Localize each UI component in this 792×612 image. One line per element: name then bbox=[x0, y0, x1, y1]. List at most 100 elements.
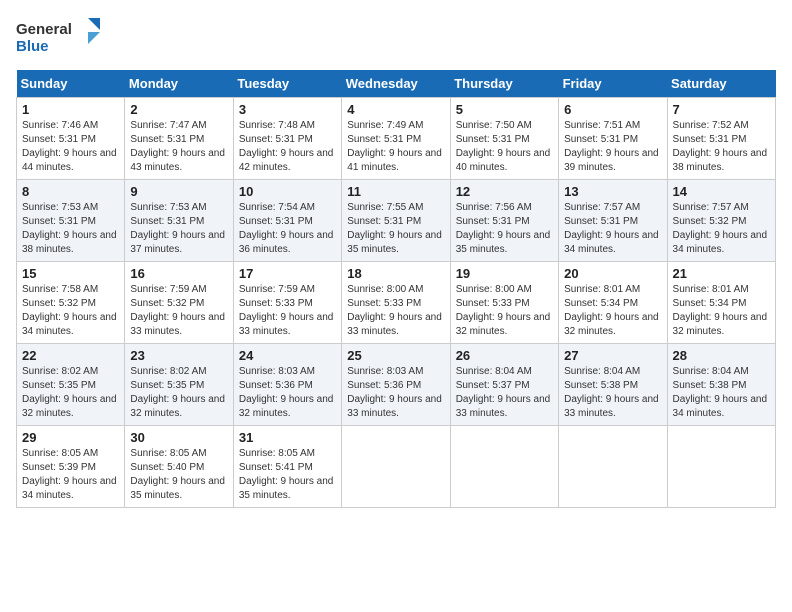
day-number: 14 bbox=[673, 184, 770, 199]
day-info: Sunrise: 7:57 AMSunset: 5:31 PMDaylight:… bbox=[564, 201, 661, 257]
day-number: 11 bbox=[347, 184, 444, 199]
calendar-table: SundayMondayTuesdayWednesdayThursdayFrid… bbox=[16, 70, 776, 508]
day-info: Sunrise: 8:02 AMSunset: 5:35 PMDaylight:… bbox=[22, 365, 119, 421]
day-info: Sunrise: 7:52 AMSunset: 5:31 PMDaylight:… bbox=[673, 119, 770, 175]
day-info: Sunrise: 7:56 AMSunset: 5:31 PMDaylight:… bbox=[456, 201, 553, 257]
calendar-cell: 29 Sunrise: 8:05 AMSunset: 5:39 PMDaylig… bbox=[17, 426, 125, 508]
day-number: 17 bbox=[239, 266, 336, 281]
day-info: Sunrise: 7:53 AMSunset: 5:31 PMDaylight:… bbox=[130, 201, 227, 257]
day-info: Sunrise: 8:04 AMSunset: 5:38 PMDaylight:… bbox=[673, 365, 770, 421]
day-number: 15 bbox=[22, 266, 119, 281]
calendar-cell: 25 Sunrise: 8:03 AMSunset: 5:36 PMDaylig… bbox=[342, 344, 450, 426]
day-number: 8 bbox=[22, 184, 119, 199]
calendar-cell: 22 Sunrise: 8:02 AMSunset: 5:35 PMDaylig… bbox=[17, 344, 125, 426]
calendar-cell: 30 Sunrise: 8:05 AMSunset: 5:40 PMDaylig… bbox=[125, 426, 233, 508]
calendar-cell: 9 Sunrise: 7:53 AMSunset: 5:31 PMDayligh… bbox=[125, 180, 233, 262]
day-number: 6 bbox=[564, 102, 661, 117]
day-info: Sunrise: 8:00 AMSunset: 5:33 PMDaylight:… bbox=[347, 283, 444, 339]
day-number: 29 bbox=[22, 430, 119, 445]
day-info: Sunrise: 7:49 AMSunset: 5:31 PMDaylight:… bbox=[347, 119, 444, 175]
day-number: 23 bbox=[130, 348, 227, 363]
day-info: Sunrise: 7:59 AMSunset: 5:32 PMDaylight:… bbox=[130, 283, 227, 339]
calendar-cell: 21 Sunrise: 8:01 AMSunset: 5:34 PMDaylig… bbox=[667, 262, 775, 344]
day-number: 22 bbox=[22, 348, 119, 363]
calendar-cell bbox=[450, 426, 558, 508]
day-info: Sunrise: 7:47 AMSunset: 5:31 PMDaylight:… bbox=[130, 119, 227, 175]
day-number: 24 bbox=[239, 348, 336, 363]
day-number: 10 bbox=[239, 184, 336, 199]
calendar-cell bbox=[342, 426, 450, 508]
calendar-cell: 26 Sunrise: 8:04 AMSunset: 5:37 PMDaylig… bbox=[450, 344, 558, 426]
calendar-cell: 6 Sunrise: 7:51 AMSunset: 5:31 PMDayligh… bbox=[559, 98, 667, 180]
day-number: 28 bbox=[673, 348, 770, 363]
calendar-cell: 2 Sunrise: 7:47 AMSunset: 5:31 PMDayligh… bbox=[125, 98, 233, 180]
calendar-cell: 13 Sunrise: 7:57 AMSunset: 5:31 PMDaylig… bbox=[559, 180, 667, 262]
day-number: 7 bbox=[673, 102, 770, 117]
logo-svg: General Blue bbox=[16, 16, 106, 58]
calendar-cell: 7 Sunrise: 7:52 AMSunset: 5:31 PMDayligh… bbox=[667, 98, 775, 180]
day-info: Sunrise: 7:59 AMSunset: 5:33 PMDaylight:… bbox=[239, 283, 336, 339]
weekday-header-saturday: Saturday bbox=[667, 70, 775, 98]
weekday-header-thursday: Thursday bbox=[450, 70, 558, 98]
calendar-cell: 8 Sunrise: 7:53 AMSunset: 5:31 PMDayligh… bbox=[17, 180, 125, 262]
day-number: 2 bbox=[130, 102, 227, 117]
calendar-cell: 24 Sunrise: 8:03 AMSunset: 5:36 PMDaylig… bbox=[233, 344, 341, 426]
day-info: Sunrise: 8:04 AMSunset: 5:37 PMDaylight:… bbox=[456, 365, 553, 421]
day-info: Sunrise: 8:03 AMSunset: 5:36 PMDaylight:… bbox=[239, 365, 336, 421]
page-header: General Blue bbox=[16, 16, 776, 58]
day-number: 9 bbox=[130, 184, 227, 199]
calendar-cell: 23 Sunrise: 8:02 AMSunset: 5:35 PMDaylig… bbox=[125, 344, 233, 426]
calendar-cell: 18 Sunrise: 8:00 AMSunset: 5:33 PMDaylig… bbox=[342, 262, 450, 344]
calendar-cell bbox=[667, 426, 775, 508]
day-info: Sunrise: 8:05 AMSunset: 5:40 PMDaylight:… bbox=[130, 447, 227, 503]
day-number: 4 bbox=[347, 102, 444, 117]
day-number: 3 bbox=[239, 102, 336, 117]
day-number: 1 bbox=[22, 102, 119, 117]
day-number: 31 bbox=[239, 430, 336, 445]
day-number: 30 bbox=[130, 430, 227, 445]
weekday-header-sunday: Sunday bbox=[17, 70, 125, 98]
svg-text:Blue: Blue bbox=[16, 38, 49, 55]
day-info: Sunrise: 7:55 AMSunset: 5:31 PMDaylight:… bbox=[347, 201, 444, 257]
calendar-cell: 31 Sunrise: 8:05 AMSunset: 5:41 PMDaylig… bbox=[233, 426, 341, 508]
calendar-cell: 5 Sunrise: 7:50 AMSunset: 5:31 PMDayligh… bbox=[450, 98, 558, 180]
day-number: 27 bbox=[564, 348, 661, 363]
day-number: 25 bbox=[347, 348, 444, 363]
calendar-cell bbox=[559, 426, 667, 508]
day-info: Sunrise: 7:57 AMSunset: 5:32 PMDaylight:… bbox=[673, 201, 770, 257]
calendar-cell: 10 Sunrise: 7:54 AMSunset: 5:31 PMDaylig… bbox=[233, 180, 341, 262]
day-info: Sunrise: 8:01 AMSunset: 5:34 PMDaylight:… bbox=[564, 283, 661, 339]
day-info: Sunrise: 7:54 AMSunset: 5:31 PMDaylight:… bbox=[239, 201, 336, 257]
day-info: Sunrise: 7:51 AMSunset: 5:31 PMDaylight:… bbox=[564, 119, 661, 175]
calendar-cell: 15 Sunrise: 7:58 AMSunset: 5:32 PMDaylig… bbox=[17, 262, 125, 344]
day-info: Sunrise: 7:58 AMSunset: 5:32 PMDaylight:… bbox=[22, 283, 119, 339]
calendar-cell: 19 Sunrise: 8:00 AMSunset: 5:33 PMDaylig… bbox=[450, 262, 558, 344]
svg-text:General: General bbox=[16, 21, 72, 38]
calendar-cell: 3 Sunrise: 7:48 AMSunset: 5:31 PMDayligh… bbox=[233, 98, 341, 180]
day-info: Sunrise: 7:50 AMSunset: 5:31 PMDaylight:… bbox=[456, 119, 553, 175]
day-info: Sunrise: 8:03 AMSunset: 5:36 PMDaylight:… bbox=[347, 365, 444, 421]
weekday-header-friday: Friday bbox=[559, 70, 667, 98]
logo: General Blue bbox=[16, 16, 106, 58]
day-number: 26 bbox=[456, 348, 553, 363]
day-info: Sunrise: 8:01 AMSunset: 5:34 PMDaylight:… bbox=[673, 283, 770, 339]
calendar-cell: 14 Sunrise: 7:57 AMSunset: 5:32 PMDaylig… bbox=[667, 180, 775, 262]
weekday-header-tuesday: Tuesday bbox=[233, 70, 341, 98]
day-info: Sunrise: 8:00 AMSunset: 5:33 PMDaylight:… bbox=[456, 283, 553, 339]
day-number: 5 bbox=[456, 102, 553, 117]
calendar-cell: 16 Sunrise: 7:59 AMSunset: 5:32 PMDaylig… bbox=[125, 262, 233, 344]
calendar-cell: 20 Sunrise: 8:01 AMSunset: 5:34 PMDaylig… bbox=[559, 262, 667, 344]
day-info: Sunrise: 8:05 AMSunset: 5:39 PMDaylight:… bbox=[22, 447, 119, 503]
day-number: 13 bbox=[564, 184, 661, 199]
day-info: Sunrise: 7:53 AMSunset: 5:31 PMDaylight:… bbox=[22, 201, 119, 257]
calendar-cell: 1 Sunrise: 7:46 AMSunset: 5:31 PMDayligh… bbox=[17, 98, 125, 180]
day-info: Sunrise: 8:04 AMSunset: 5:38 PMDaylight:… bbox=[564, 365, 661, 421]
calendar-cell: 4 Sunrise: 7:49 AMSunset: 5:31 PMDayligh… bbox=[342, 98, 450, 180]
calendar-cell: 11 Sunrise: 7:55 AMSunset: 5:31 PMDaylig… bbox=[342, 180, 450, 262]
day-info: Sunrise: 8:02 AMSunset: 5:35 PMDaylight:… bbox=[130, 365, 227, 421]
calendar-cell: 17 Sunrise: 7:59 AMSunset: 5:33 PMDaylig… bbox=[233, 262, 341, 344]
day-number: 12 bbox=[456, 184, 553, 199]
calendar-cell: 12 Sunrise: 7:56 AMSunset: 5:31 PMDaylig… bbox=[450, 180, 558, 262]
calendar-cell: 27 Sunrise: 8:04 AMSunset: 5:38 PMDaylig… bbox=[559, 344, 667, 426]
day-number: 21 bbox=[673, 266, 770, 281]
